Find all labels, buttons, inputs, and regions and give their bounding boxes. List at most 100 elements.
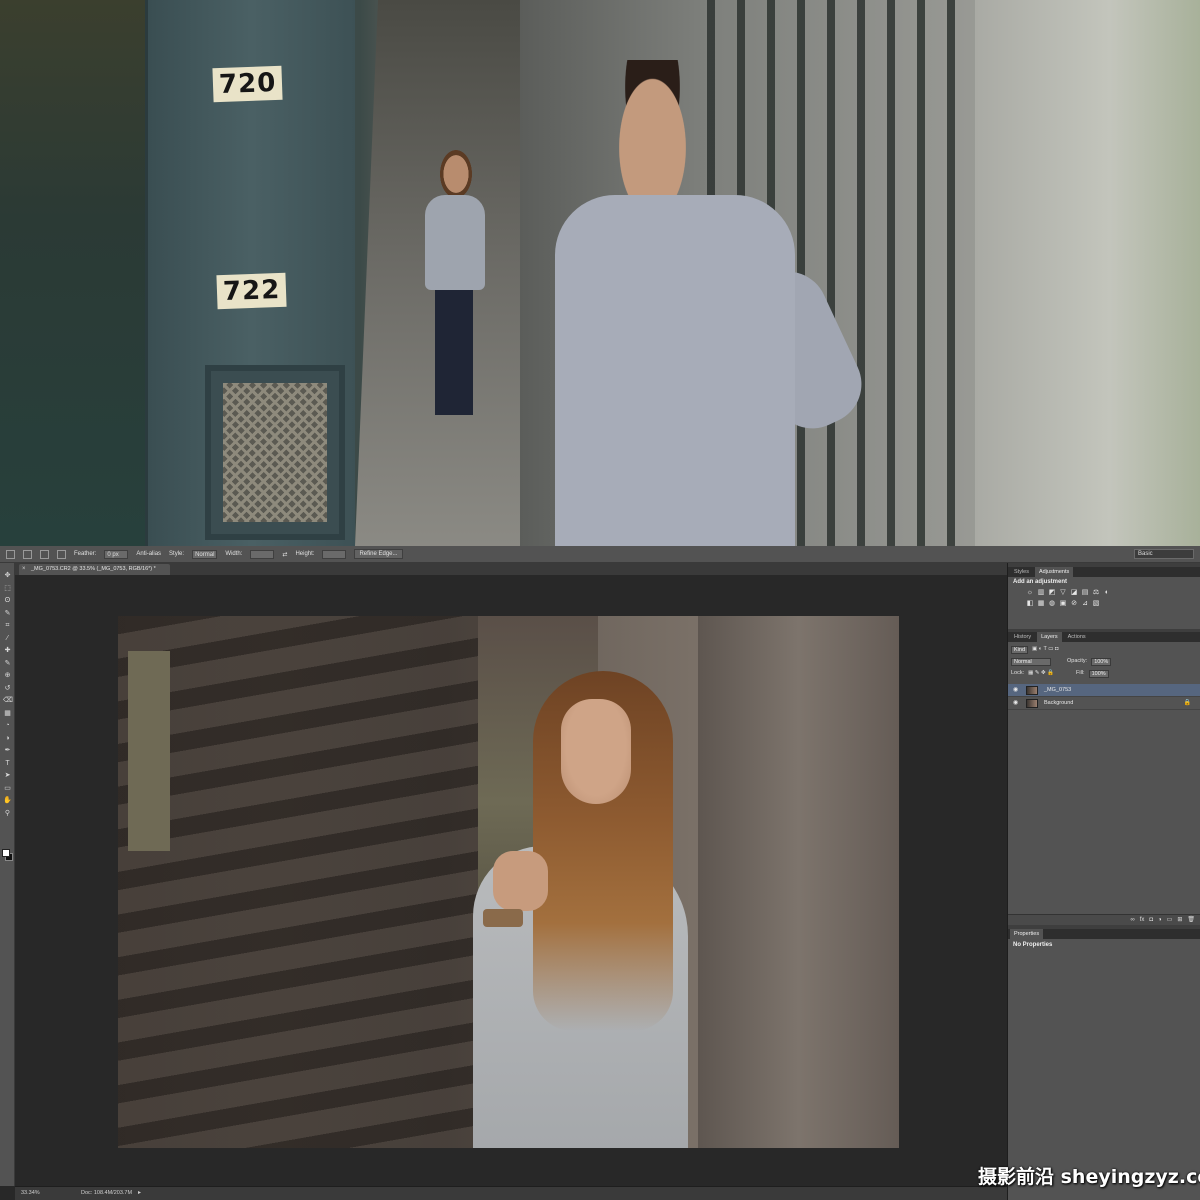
adjustments-title: Add an adjustment xyxy=(1013,579,1068,585)
antialias-checkbox[interactable]: Anti-alias xyxy=(136,551,161,557)
shape-icon[interactable]: ▭ xyxy=(3,784,12,793)
photo-planter-steps xyxy=(0,0,160,546)
height-label: Height: xyxy=(295,551,315,557)
link-layers-icon[interactable]: ∞ xyxy=(1130,915,1134,925)
new-group-icon[interactable]: ▭ xyxy=(1167,915,1173,925)
adjustment-icon[interactable]: ⊿ xyxy=(1081,600,1089,608)
adjustment-icon[interactable]: ▦ xyxy=(1037,600,1045,608)
close-tab-icon[interactable]: × xyxy=(22,564,26,575)
adjustments-panel: Add an adjustment ☼ ▥ ◩ ▽ ◪ ▤ ⚖ ◐ ◧ ▦ ◍ ▣ ⊘ ⊿ ▧ xyxy=(1008,577,1200,629)
pen-icon[interactable]: ✒ xyxy=(3,746,12,755)
quick-select-icon[interactable]: ✎ xyxy=(3,609,12,618)
layer-kind-filter[interactable]: Kind xyxy=(1011,645,1029,654)
adjustment-icon[interactable]: ▽ xyxy=(1059,589,1067,597)
visibility-eye-icon[interactable]: ◉ xyxy=(1013,697,1018,710)
layers-panel-footer: ∞ fx ◘ ◑ ▭ ⊞ 🗑 xyxy=(1008,914,1200,925)
visibility-eye-icon[interactable]: ◉ xyxy=(1013,684,1018,697)
status-menu-arrow-icon[interactable]: ▸ xyxy=(138,1187,141,1200)
refine-edge-button[interactable]: Refine Edge... xyxy=(354,549,403,559)
adjustment-icon[interactable]: ◩ xyxy=(1048,589,1056,597)
opacity-input[interactable]: 100% xyxy=(1091,657,1112,666)
adjustment-icon[interactable]: ◧ xyxy=(1026,600,1034,608)
style-select[interactable]: Normal xyxy=(192,549,218,559)
eraser-icon[interactable]: ⌫ xyxy=(3,696,13,705)
path-select-icon[interactable]: ➤ xyxy=(3,771,12,780)
document-tab[interactable]: × _MG_0753.CR2 @ 33.5% (_MG_0753, RGB/16… xyxy=(19,564,170,575)
properties-panel: No Properties xyxy=(1008,939,1200,1200)
adjustment-icon[interactable]: ⚖ xyxy=(1092,589,1100,597)
hand-icon[interactable]: ✋ xyxy=(3,796,12,805)
layer-row[interactable]: ◉ Background 🔒 xyxy=(1008,697,1200,710)
tab-layers[interactable]: Layers xyxy=(1037,632,1062,642)
adjustment-icon[interactable]: ⊘ xyxy=(1070,600,1078,608)
adjustment-icon[interactable]: ◪ xyxy=(1070,589,1078,597)
healing-icon[interactable]: ✚ xyxy=(3,646,12,655)
delete-layer-icon[interactable]: 🗑 xyxy=(1187,915,1195,925)
tab-actions[interactable]: Actions xyxy=(1064,632,1090,642)
move-icon[interactable]: ✥ xyxy=(3,571,12,580)
photo-vent-grate xyxy=(205,365,345,540)
layer-style-icon[interactable]: fx xyxy=(1140,915,1145,925)
width-input[interactable] xyxy=(250,549,275,559)
layer-name: _MG_0753 xyxy=(1044,687,1072,693)
adjustment-icon[interactable]: ◍ xyxy=(1048,600,1056,608)
photoshop-window: Feather: 0 px Anti-alias Style: Normal W… xyxy=(0,546,1200,1200)
history-brush-icon[interactable]: ↺ xyxy=(3,684,12,693)
blur-icon[interactable]: ◔ xyxy=(3,721,12,730)
fill-input[interactable]: 100% xyxy=(1088,669,1109,678)
lock-icons[interactable]: ▦ ✎ ✥ 🔒 xyxy=(1028,669,1054,678)
photo-photographer xyxy=(555,60,875,546)
foreground-color-swatch[interactable] xyxy=(2,849,10,857)
behind-the-scenes-photo: 720 722 xyxy=(0,0,1200,546)
eyedropper-icon[interactable]: ⁄ xyxy=(3,634,12,643)
clone-stamp-icon[interactable]: ⊕ xyxy=(3,671,12,680)
document-canvas[interactable] xyxy=(118,616,899,1148)
feather-input[interactable]: 0 px xyxy=(104,549,129,559)
adjustment-icon[interactable]: ▧ xyxy=(1092,600,1100,608)
layer-filter-row: Kind ▣ ◐ T ▭ ◘ xyxy=(1011,645,1058,654)
adjustment-layer-icon[interactable]: ◑ xyxy=(1158,915,1162,925)
tab-properties[interactable]: Properties xyxy=(1010,929,1044,939)
new-selection-icon[interactable] xyxy=(23,549,32,559)
fill-label: Fill: xyxy=(1076,670,1085,676)
workspace-select[interactable]: Basic xyxy=(1134,549,1194,559)
marquee-preset-icon[interactable] xyxy=(6,549,15,559)
properties-empty-text: No Properties xyxy=(1013,942,1053,948)
tab-adjustments[interactable]: Adjustments xyxy=(1034,567,1074,577)
adjustment-icon[interactable]: ☼ xyxy=(1026,589,1034,597)
style-label: Style: xyxy=(169,551,185,557)
layer-lock-icon: 🔒 xyxy=(1183,700,1191,706)
lock-row: Lock: ▦ ✎ ✥ 🔒 Fill: 100% xyxy=(1011,669,1109,678)
layer-row[interactable]: ◉ _MG_0753 xyxy=(1008,684,1200,697)
lasso-icon[interactable]: ʘ xyxy=(3,596,12,605)
height-input[interactable] xyxy=(322,549,347,559)
layer-mask-icon[interactable]: ◘ xyxy=(1149,915,1153,925)
tab-history[interactable]: History xyxy=(1010,632,1035,642)
gradient-icon[interactable]: ▦ xyxy=(3,709,12,718)
add-selection-icon[interactable] xyxy=(40,549,49,559)
type-icon[interactable]: T xyxy=(3,759,12,768)
house-number-720: 720 xyxy=(212,65,283,103)
crop-icon[interactable]: ⌗ xyxy=(3,621,12,630)
layer-name: Background xyxy=(1044,700,1074,706)
opacity-label: Opacity: xyxy=(1067,658,1088,664)
adjustment-icon[interactable]: ▣ xyxy=(1059,600,1067,608)
document-size: Doc: 108.4M/203.7M xyxy=(81,1190,133,1196)
new-layer-icon[interactable]: ⊞ xyxy=(1177,915,1182,925)
tab-styles[interactable]: Styles xyxy=(1010,567,1033,577)
blend-row: Normal Opacity: 100% xyxy=(1011,657,1112,666)
dodge-icon[interactable]: ◑ xyxy=(3,734,12,743)
zoom-level[interactable]: 33.34% xyxy=(21,1187,40,1200)
photo-model-background xyxy=(420,150,490,415)
filter-icons[interactable]: ▣ ◐ T ▭ ◘ xyxy=(1032,645,1058,654)
zoom-icon[interactable]: ⚲ xyxy=(3,809,12,818)
swap-icon[interactable]: ⇄ xyxy=(282,551,287,558)
blend-mode-select[interactable]: Normal xyxy=(1011,657,1051,666)
adjustment-icon[interactable]: ◐ xyxy=(1103,589,1111,597)
subtract-selection-icon[interactable] xyxy=(57,549,66,559)
brush-icon[interactable]: ✎ xyxy=(3,659,12,668)
marquee-icon[interactable]: ⬚ xyxy=(3,584,12,593)
adjustment-icon[interactable]: ▤ xyxy=(1081,589,1089,597)
adjustments-panel-tabs: Styles Adjustments xyxy=(1008,567,1200,577)
adjustment-icon[interactable]: ▥ xyxy=(1037,589,1045,597)
